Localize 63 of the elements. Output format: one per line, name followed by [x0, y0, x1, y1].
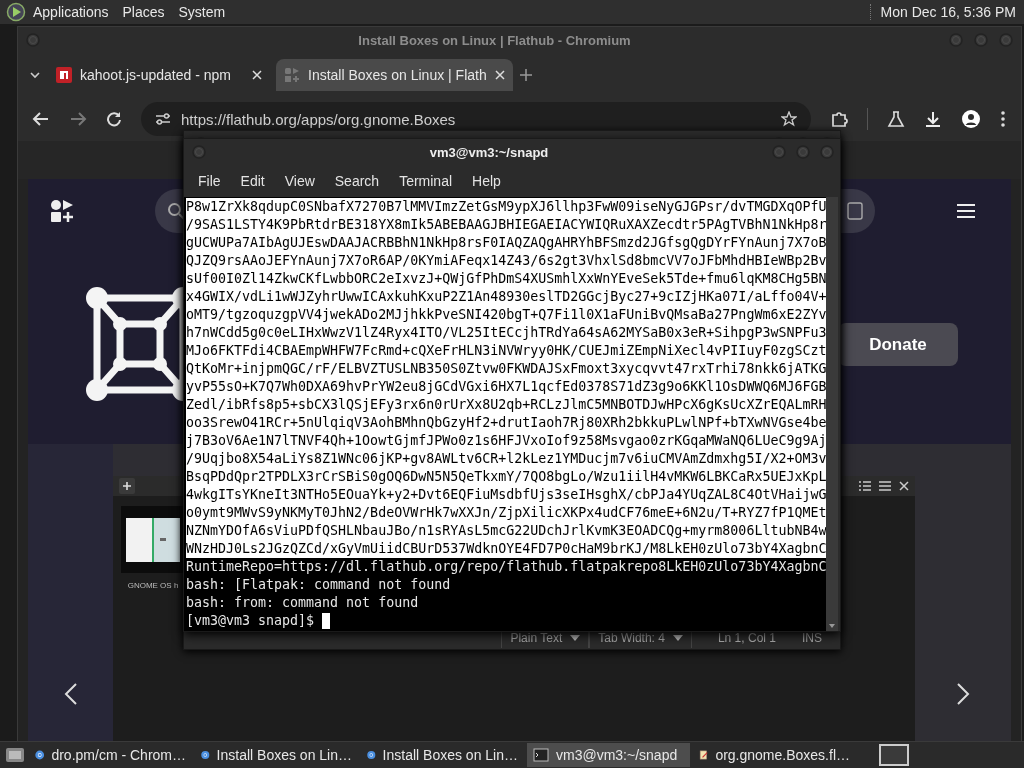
menu-item[interactable]: Search [324, 173, 390, 189]
flathub-logo-icon[interactable] [50, 199, 74, 223]
package-favicon-icon [56, 67, 72, 83]
close-icon[interactable] [252, 70, 262, 80]
panel-menu[interactable]: Places [115, 4, 172, 20]
taskbar-item[interactable]: dro.pm/cm - Chrom… [29, 743, 192, 767]
menu-item[interactable]: Help [462, 173, 511, 189]
scrollbar[interactable] [826, 197, 838, 631]
browser-tab[interactable]: Install Boxes on Linux | Flath [276, 59, 513, 91]
terminal-line: bash: from: command not found [186, 594, 419, 612]
caret-icon [672, 635, 683, 641]
window-title: Install Boxes on Linux | Flathub - Chromium [357, 32, 632, 48]
menu-item[interactable]: Edit [230, 173, 275, 189]
thumbnail-caption: GNOME OS h [127, 581, 179, 590]
view-list-icon[interactable] [859, 481, 871, 491]
menu-item[interactable]: View [274, 173, 325, 189]
distro-logo-icon[interactable] [6, 2, 26, 22]
terminal-line: RuntimeRepo=https://dl.flathub.org/repo/flathub.flatpakrepo8LkEH0zUlo73bY4XagbnC [186, 558, 826, 576]
text-editor-icon [699, 747, 709, 763]
tune-icon[interactable] [155, 112, 171, 126]
menu-item[interactable]: File [188, 173, 231, 189]
profile-icon[interactable] [961, 109, 981, 129]
thumbnail[interactable] [120, 506, 186, 573]
reload-icon[interactable] [106, 111, 122, 127]
download-icon[interactable] [924, 110, 942, 128]
insert-mode: INS [802, 631, 822, 645]
plus-icon[interactable] [119, 478, 135, 494]
shell-prompt: [vm3@vm3 snapd]$ [186, 612, 315, 630]
search-icon [167, 202, 185, 220]
show-desktop-icon[interactable] [4, 745, 26, 765]
apps-favicon-icon [284, 67, 300, 83]
taskbar-item[interactable]: org.gnome.Boxes.fl… [693, 743, 856, 767]
clock: Mon Dec 16, 5:36 PM [869, 4, 1016, 20]
terminal-line: bash: [Flatpak: command not found [186, 576, 451, 594]
panel-menu[interactable]: Applications [26, 4, 116, 20]
text-cursor [322, 613, 331, 629]
close-icon[interactable] [494, 70, 505, 80]
taskbar-item[interactable]: Install Boxes on Lin… [195, 743, 358, 767]
browser-tab[interactable]: kahoot.js-updated - npm [48, 59, 270, 91]
terminal-icon [533, 747, 549, 763]
workspace-switcher[interactable] [879, 744, 909, 766]
menu-item[interactable]: Terminal [389, 173, 463, 189]
previous-icon[interactable] [63, 682, 78, 706]
forward-icon[interactable] [69, 111, 87, 127]
panel-menu[interactable]: System [171, 4, 233, 20]
close-icon[interactable] [899, 481, 909, 491]
flask-icon[interactable] [887, 110, 905, 128]
hamburger-icon[interactable] [879, 481, 891, 491]
screenshot-drawing [126, 517, 180, 562]
new-tab-icon[interactable] [518, 68, 533, 82]
cursor-position: Ln 1, Col 1 [716, 631, 777, 645]
taskbar-item[interactable]: vm3@vm3:~/snapd [527, 743, 690, 767]
window-title: vm3@vm3:~/snapd [428, 144, 550, 160]
extension-icon[interactable] [830, 110, 848, 128]
next-icon[interactable] [956, 682, 970, 706]
donate-button[interactable]: Donate [838, 323, 958, 366]
more-icon[interactable] [1000, 110, 1006, 128]
back-icon[interactable] [32, 111, 50, 127]
shortcut-key-icon [847, 202, 863, 220]
caret-icon [570, 635, 581, 641]
taskbar-item[interactable]: Install Boxes on Lin… [361, 743, 524, 767]
menu-icon[interactable] [956, 203, 976, 219]
star-icon[interactable] [781, 111, 797, 127]
